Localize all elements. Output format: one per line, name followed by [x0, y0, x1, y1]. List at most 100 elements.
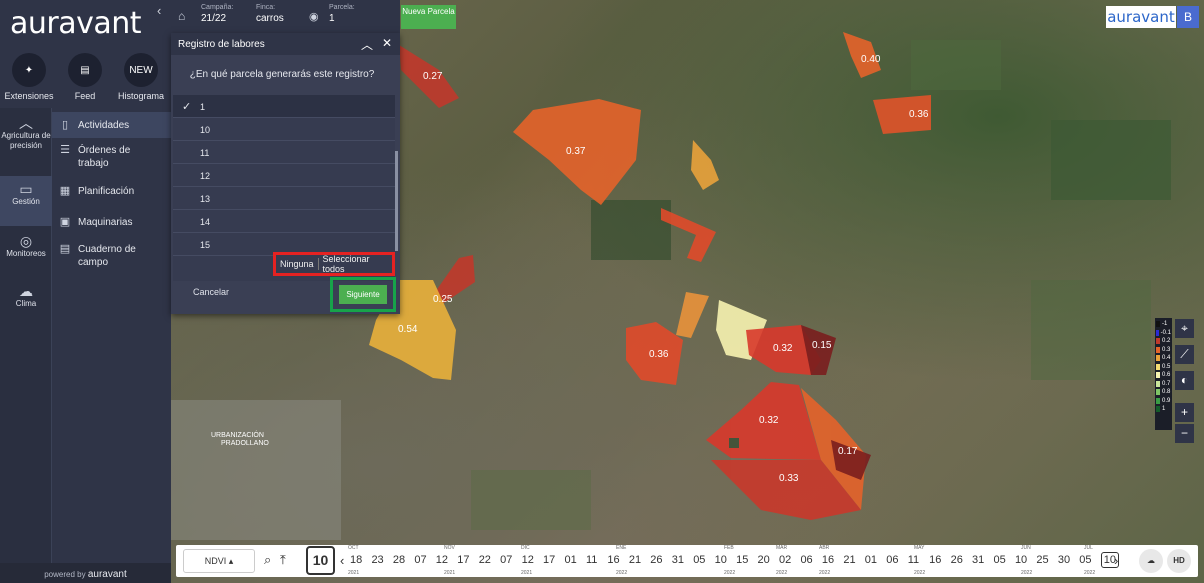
legend-item: 0.6 — [1156, 371, 1171, 380]
timeline-date[interactable]: 25 — [1036, 554, 1048, 566]
select-all-button[interactable]: Seleccionar todos — [318, 254, 392, 274]
list-item[interactable]: ✓ 1 — [173, 95, 395, 118]
chevron-left-icon[interactable]: ‹ — [340, 553, 344, 568]
rail-agricultura[interactable]: ︿ Agricultura de precisión — [0, 116, 52, 151]
zoom-in-button[interactable]: + — [1175, 403, 1194, 422]
timeline-date[interactable]: 16 — [929, 554, 941, 566]
timeline-date[interactable]: 16 — [607, 554, 619, 566]
timeline-date[interactable]: 06 — [886, 554, 898, 566]
eye-icon[interactable]: ◉ — [309, 10, 319, 23]
extensions-label: Extensiones — [4, 91, 54, 101]
legend-label: 0.5 — [1162, 363, 1171, 370]
next-button[interactable]: Siguiente — [339, 285, 387, 304]
rail-monitoreos[interactable]: ◎ Monitoreos — [0, 234, 52, 259]
campaign-label: Campaña: — [201, 4, 234, 11]
feed-button[interactable]: ▤ Feed — [57, 53, 113, 101]
hd-button[interactable]: HD — [1167, 549, 1191, 573]
timeline-date[interactable]: 18 — [350, 554, 362, 566]
close-icon[interactable]: ✕ — [382, 36, 392, 50]
list-item[interactable]: 14 — [173, 210, 395, 233]
timeline-date[interactable]: 22 — [479, 554, 491, 566]
work-log-panel: Registro de labores ︿ ✕ ¿En qué parcela … — [171, 33, 400, 314]
svg-text:0.36: 0.36 — [649, 349, 669, 360]
plot-selector[interactable]: Parcela: 1 — [329, 4, 355, 24]
timeline-date[interactable]: 10 — [1015, 554, 1027, 566]
list-scrollbar[interactable] — [395, 151, 398, 251]
timeline-date[interactable]: 10 — [715, 554, 727, 566]
timeline-date[interactable]: 05 — [994, 554, 1006, 566]
histogram-button[interactable]: NEW Histograma — [113, 53, 169, 101]
timeline-date[interactable]: 10 — [1100, 552, 1119, 568]
avatar[interactable]: B — [1177, 6, 1199, 28]
list-item[interactable]: 12 — [173, 164, 395, 187]
list-item[interactable]: 10 — [173, 118, 395, 141]
timeline-date[interactable]: 28 — [393, 554, 405, 566]
timeline-year: 2021 — [348, 570, 360, 576]
timeline-date[interactable]: 20 — [758, 554, 770, 566]
collapse-sidebar-icon[interactable]: ‹ — [157, 3, 161, 18]
layers-icon[interactable]: ◐ — [1175, 371, 1194, 390]
timeline-date[interactable]: 01 — [865, 554, 877, 566]
timeline-date[interactable]: 02 — [779, 554, 791, 566]
context-bar: ⌂ Campaña: 21/22 Finca: carros ◉ Parcela… — [171, 0, 400, 33]
calendar-button[interactable]: 10 — [306, 546, 335, 575]
list-item-label: 15 — [200, 240, 211, 250]
timeline-month: NOV — [444, 545, 455, 551]
timeline-date[interactable]: 05 — [1079, 554, 1091, 566]
menu-cuaderno[interactable]: ▤ Cuaderno de campo — [52, 243, 171, 269]
timeline-date[interactable]: 12 — [436, 554, 448, 566]
search-icon[interactable]: ⌕ — [264, 552, 271, 568]
select-none-button[interactable]: Ninguna — [276, 259, 318, 269]
upload-icon[interactable]: ⤒ — [280, 552, 286, 568]
extensions-button[interactable]: ✦ Extensiones — [1, 53, 57, 101]
timeline-date[interactable]: 17 — [457, 554, 469, 566]
timeline-date[interactable]: 17 — [543, 554, 555, 566]
list-item[interactable]: 13 — [173, 187, 395, 210]
cancel-button[interactable]: Cancelar — [193, 287, 229, 297]
campaign-selector[interactable]: Campaña: 21/22 — [201, 4, 233, 24]
farm-selector[interactable]: Finca: carros — [256, 4, 284, 24]
timeline-date[interactable]: 15 — [736, 554, 748, 566]
legend-swatch — [1156, 380, 1160, 387]
timeline-date[interactable]: 31 — [972, 554, 984, 566]
timeline-date[interactable]: 23 — [371, 554, 383, 566]
svg-text:0.40: 0.40 — [861, 54, 881, 65]
rail-gestion[interactable]: ▭ Gestión — [0, 176, 52, 226]
timeline-date[interactable]: 30 — [1058, 554, 1070, 566]
timeline-year: 2022 — [724, 570, 736, 576]
timeline-date[interactable]: 21 — [629, 554, 641, 566]
timeline-date[interactable]: 21 — [843, 554, 855, 566]
timeline-date[interactable]: 05 — [693, 554, 705, 566]
list-item[interactable]: 11 — [173, 141, 395, 164]
timeline-date[interactable]: 16 — [822, 554, 834, 566]
cloud-filter-button[interactable]: ☁ — [1139, 549, 1163, 573]
location-pin-icon[interactable]: ⌖ — [1175, 319, 1194, 338]
timeline-date[interactable]: 01 — [565, 554, 577, 566]
timeline-year: 2022 — [1084, 570, 1096, 576]
timeline-date[interactable]: 12 — [522, 554, 534, 566]
menu-maquinarias[interactable]: ▣ Maquinarias — [52, 216, 171, 229]
timeline-date[interactable]: 07 — [414, 554, 426, 566]
menu-actividades[interactable]: ▯ Actividades — [52, 112, 171, 138]
rail-clima[interactable]: ☁ Clima — [0, 284, 52, 309]
ruler-icon[interactable]: ⟋ — [1175, 345, 1194, 364]
new-plot-button[interactable]: Nueva Parcela — [401, 5, 456, 29]
timeline-date[interactable]: 31 — [672, 554, 684, 566]
timeline-date[interactable]: 11 — [908, 554, 919, 566]
timeline-date[interactable]: 11 — [586, 554, 597, 566]
svg-text:URBANIZACIÓN: URBANIZACIÓN — [211, 430, 264, 439]
zoom-out-button[interactable]: − — [1175, 424, 1194, 443]
timeline-date[interactable]: 06 — [800, 554, 812, 566]
check-icon: ✓ — [182, 101, 192, 113]
menu-ordenes[interactable]: ☰ Órdenes de trabajo — [52, 144, 171, 170]
ndvi-legend: -1 -0.1 0.2 0.3 0.4 0.5 0.6 0.7 0.8 0.9 1 — [1155, 318, 1172, 430]
index-select[interactable]: NDVI ▴ — [183, 549, 255, 573]
collapse-panel-icon[interactable]: ︿ — [361, 36, 373, 53]
menu-planificacion[interactable]: ▦ Planificación — [52, 185, 171, 198]
puzzle-icon: ✦ — [12, 53, 46, 87]
timeline-year: 2021 — [444, 570, 456, 576]
home-icon[interactable]: ⌂ — [178, 9, 185, 23]
timeline-date[interactable]: 26 — [951, 554, 963, 566]
timeline-date[interactable]: 26 — [650, 554, 662, 566]
timeline-date[interactable]: 07 — [500, 554, 512, 566]
